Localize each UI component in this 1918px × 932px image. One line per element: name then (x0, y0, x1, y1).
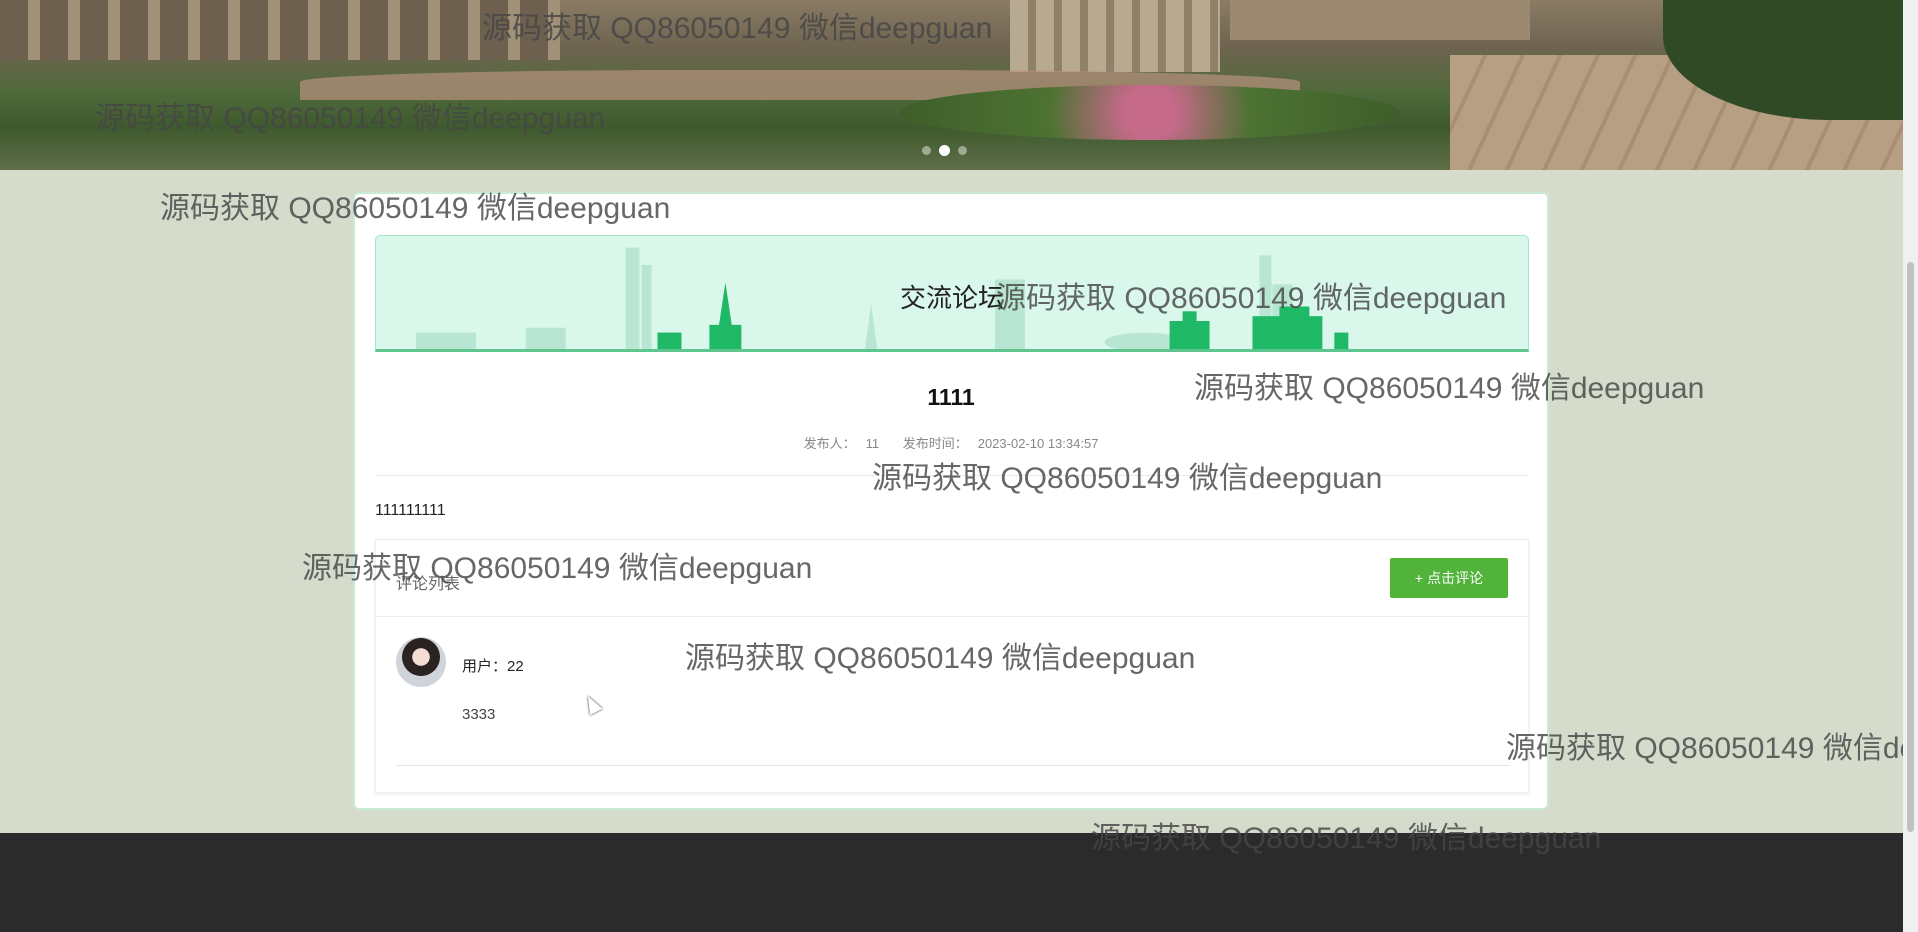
post-content: 111111111 (375, 502, 446, 519)
carousel-dot-active[interactable] (939, 145, 950, 156)
hero-image-flowerbed (900, 85, 1400, 140)
hero-image-building (0, 0, 560, 60)
carousel-dot[interactable] (958, 146, 967, 155)
add-comment-button-label: 点击评论 (1427, 570, 1484, 586)
publish-time-value: 2023-02-10 13:34:57 (977, 436, 1099, 451)
page-footer (0, 833, 1903, 932)
scrollbar-thumb[interactable] (1907, 262, 1914, 832)
hero-image-building (1230, 0, 1530, 40)
comment-list-title: 评论列表 (396, 576, 461, 593)
watermark-text: 源码获取 QQ86050149 微信deepguan (1506, 732, 1903, 765)
carousel-indicators (922, 145, 967, 156)
post-title: 1111 (927, 384, 975, 410)
publisher-value: 11 (865, 436, 880, 451)
add-comment-button[interactable]: + 点击评论 (1390, 558, 1508, 598)
forum-detail-panel: 交流论坛 1111 发布人： 11 发布时间： 2023-02-10 13:34:5… (353, 192, 1549, 810)
comment-user: 用户：22 (462, 655, 524, 676)
comment-item: 用户：22 3333 (396, 637, 1510, 766)
carousel-dot[interactable] (922, 146, 931, 155)
forum-banner-title: 交流论坛 (899, 283, 1004, 313)
hero-image-building (1010, 0, 1220, 72)
content-divider (375, 475, 1529, 476)
page-scrollbar[interactable] (1903, 0, 1918, 932)
avatar (396, 637, 446, 687)
comment-user-label: 用户： (462, 658, 508, 675)
hero-carousel[interactable] (0, 0, 1903, 170)
publisher-label: 发布人： (803, 436, 856, 451)
post-meta: 发布人： 11 发布时间： 2023-02-10 13:34:57 (355, 433, 1547, 452)
publish-time-info: 发布时间： 2023-02-10 13:34:57 (898, 436, 1104, 451)
publisher-info: 发布人： 11 (799, 436, 885, 451)
publish-time-label: 发布时间： (902, 436, 968, 451)
plus-icon: + (1414, 570, 1424, 586)
comment-list-header: 评论列表 + 点击评论 (376, 540, 1528, 617)
forum-banner: 交流论坛 (375, 235, 1529, 352)
comment-user-name: 22 (507, 658, 524, 675)
comment-list: 评论列表 + 点击评论 用户：22 3333 (375, 539, 1529, 793)
comment-text: 3333 (462, 706, 496, 723)
